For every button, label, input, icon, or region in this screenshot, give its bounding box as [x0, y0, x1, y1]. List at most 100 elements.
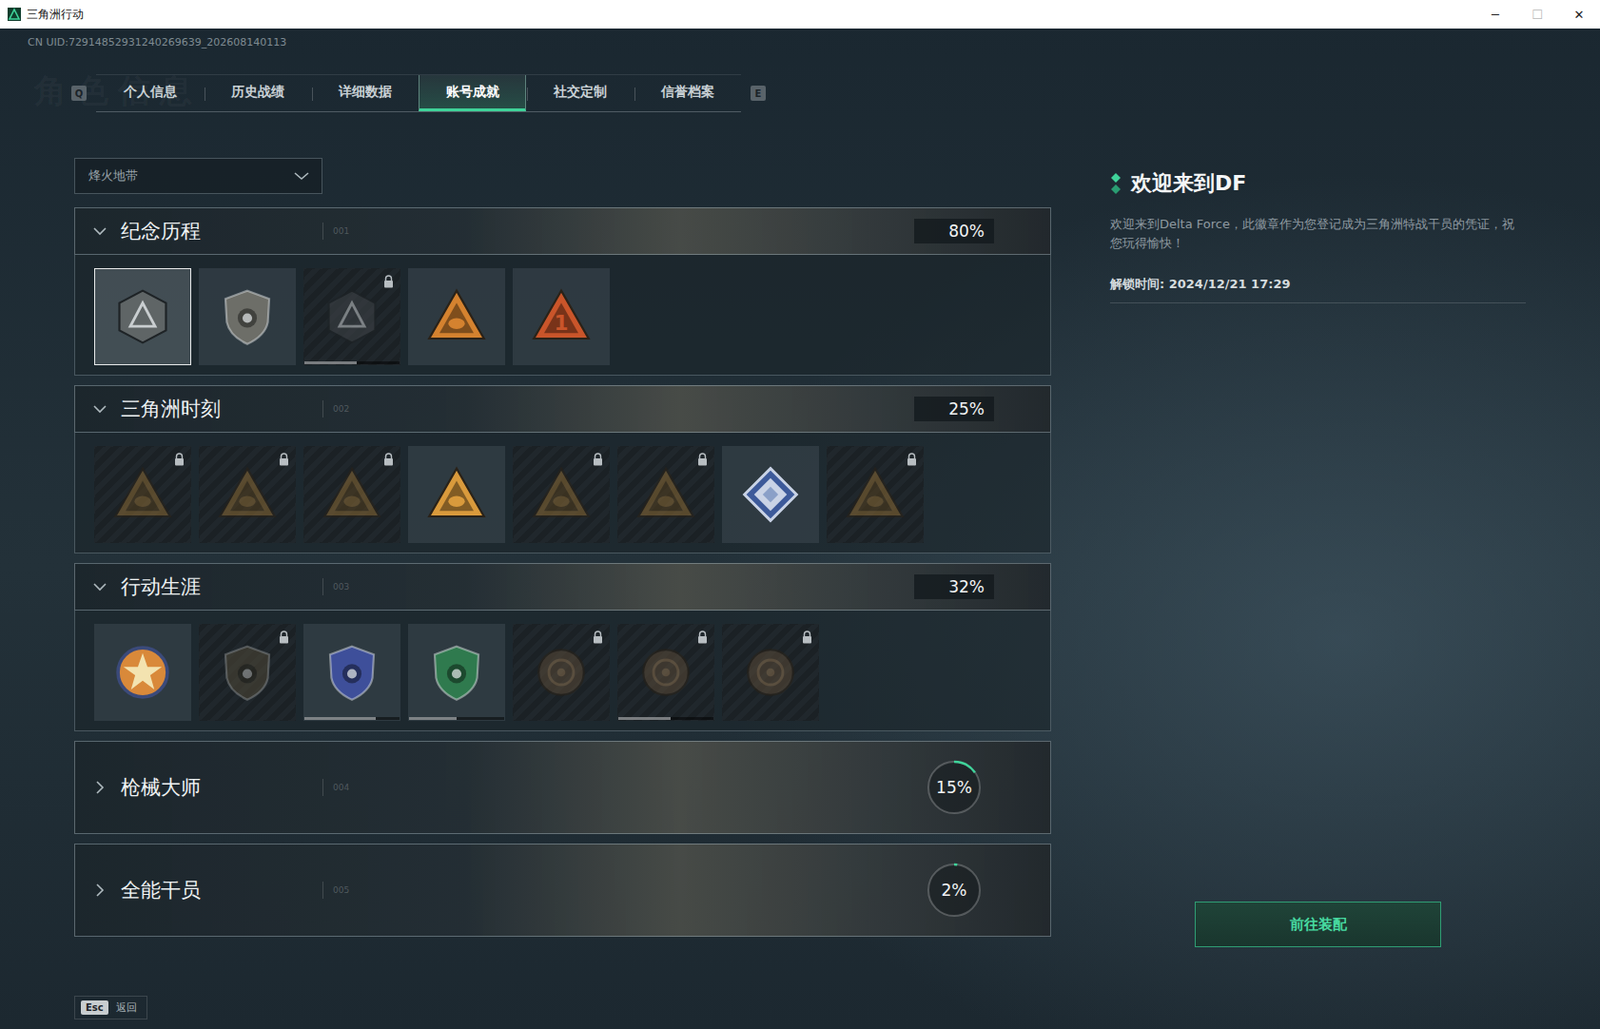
section-header[interactable]: 纪念历程00180% — [74, 207, 1052, 255]
window-control-button[interactable]: ✕ — [1558, 0, 1600, 29]
triangle-badge-icon — [840, 460, 910, 529]
back-button[interactable]: Esc返回 — [74, 995, 148, 1020]
progress-ring: 15% — [925, 759, 983, 817]
uid-text: CN UID:72914852931240269639_202608140113 — [27, 36, 1600, 50]
top-area: CN UID:72914852931240269639_202608140113… — [0, 28, 1600, 113]
badge-cell[interactable] — [721, 624, 820, 722]
app-logo-icon — [7, 7, 21, 21]
lock-badge — [801, 629, 813, 644]
badge-cell[interactable] — [198, 624, 296, 722]
badge-cell[interactable] — [617, 624, 715, 722]
badge-cell[interactable] — [826, 446, 924, 544]
round-badge-icon — [526, 638, 596, 707]
badge-cell[interactable] — [303, 446, 401, 544]
tab[interactable]: 账号成就 — [418, 75, 527, 112]
badge-row — [74, 610, 1052, 732]
header-divider — [322, 222, 324, 240]
lock-icon — [801, 630, 813, 644]
badge-cell[interactable] — [721, 446, 820, 544]
badge-cell[interactable] — [617, 446, 715, 544]
section-title: 全能干员 — [120, 877, 201, 904]
mode-dropdown[interactable]: 烽火地带 — [74, 157, 323, 195]
detail-description: 欢迎来到Delta Force，此徽章作为您登记成为三角洲特战干员的凭证，祝您玩… — [1110, 214, 1526, 254]
badge-progress-fill — [304, 717, 376, 721]
section-index: 003 — [332, 582, 350, 592]
lock-icon — [592, 452, 604, 467]
lock-icon — [383, 452, 394, 467]
badge-progress-bar — [618, 717, 714, 721]
badge-cell[interactable] — [408, 624, 506, 722]
tab[interactable]: 个人信息 — [96, 75, 204, 112]
achievement-section: 全能干员 005 2% — [74, 843, 1052, 937]
lock-icon — [906, 452, 918, 467]
section-title: 纪念历程 — [120, 217, 201, 245]
achievement-section: 行动生涯00332% — [74, 563, 1052, 732]
section-percent: 80% — [914, 218, 995, 244]
badge-cell[interactable] — [408, 268, 506, 366]
lock-badge — [697, 451, 708, 466]
tab[interactable]: 社交定制 — [526, 75, 634, 112]
equip-button[interactable]: 前往装配 — [1194, 901, 1442, 948]
badge-cell[interactable]: 1 — [512, 268, 610, 366]
badge-cell[interactable] — [512, 446, 610, 544]
shield-badge-icon — [317, 638, 387, 707]
window-control-button[interactable]: ─ — [1474, 0, 1517, 29]
triangle-badge-icon — [317, 460, 387, 529]
detail-divider — [1110, 302, 1526, 304]
badge-cell[interactable] — [303, 268, 401, 366]
tab[interactable]: 详细数据 — [311, 75, 419, 112]
progress-ring: 2% — [925, 861, 983, 919]
lock-icon — [697, 630, 708, 644]
badge-cell[interactable] — [198, 268, 296, 366]
badge-cell[interactable] — [408, 446, 506, 544]
unlock-time: 解锁时间: 2024/12/21 17:29 — [1110, 275, 1526, 293]
badge-progress-fill — [409, 717, 457, 721]
badge-progress-bar — [304, 717, 400, 721]
shield-badge-icon — [213, 638, 282, 707]
svg-text:1: 1 — [553, 311, 568, 335]
section-header[interactable]: 枪械大师00415% — [74, 741, 1052, 835]
section-header[interactable]: 行动生涯00332% — [74, 563, 1052, 611]
section-header[interactable]: 全能干员 005 2% — [74, 843, 1052, 937]
badge-cell[interactable] — [512, 624, 610, 722]
lock-badge — [383, 273, 394, 288]
lock-badge — [592, 451, 604, 466]
section-header[interactable]: 三角洲时刻00225% — [74, 385, 1052, 433]
section-title: 三角洲时刻 — [120, 395, 221, 423]
prev-tab-key[interactable]: Q — [71, 85, 87, 101]
lock-badge — [174, 451, 185, 466]
badge-cell[interactable] — [303, 624, 401, 722]
section-title: 枪械大师 — [120, 774, 201, 801]
lock-badge — [906, 451, 918, 466]
achievement-section: 枪械大师00415% — [74, 741, 1052, 835]
lock-icon — [592, 630, 604, 644]
badge-progress-bar — [304, 361, 400, 365]
badge-progress-bar — [409, 717, 505, 721]
shield-badge-icon — [213, 282, 282, 352]
triangle-badge-icon: 1 — [526, 282, 596, 352]
header-divider — [322, 400, 324, 418]
esc-key: Esc — [80, 1000, 109, 1015]
lock-icon — [174, 452, 185, 467]
green-diamond-icon — [1110, 173, 1122, 195]
hexagon-badge-icon — [108, 282, 177, 352]
dropdown-chevron-icon — [292, 170, 311, 182]
triangle-badge-icon — [213, 460, 282, 529]
tab[interactable]: 历史战绩 — [203, 75, 312, 112]
section-index: 005 — [332, 885, 350, 896]
collapse-chevron-icon[interactable] — [92, 401, 108, 417]
badge-cell[interactable] — [94, 446, 192, 544]
badge-cell[interactable] — [198, 446, 296, 544]
badge-row — [74, 432, 1052, 554]
title-bar: 三角洲行动─☐✕ — [0, 0, 1600, 29]
expand-chevron-icon[interactable] — [92, 780, 108, 796]
round-badge-icon — [736, 638, 805, 707]
next-tab-key[interactable]: E — [750, 85, 766, 101]
badge-cell[interactable] — [94, 624, 192, 722]
tab[interactable]: 信誉档案 — [633, 75, 742, 112]
collapse-chevron-icon[interactable] — [92, 579, 108, 595]
collapse-chevron-icon[interactable] — [92, 223, 108, 239]
expand-chevron-icon[interactable] — [92, 882, 108, 898]
achievement-list: 烽火地带纪念历程00180% 1 三角洲时刻00225% 行动生涯00332% 枪械大师… — [74, 157, 1052, 937]
badge-cell[interactable] — [94, 268, 192, 366]
